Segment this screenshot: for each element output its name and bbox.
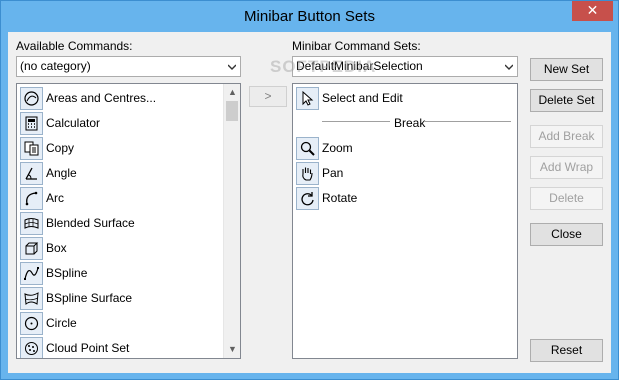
list-item-label: Pan	[322, 166, 344, 180]
bspline-icon	[20, 262, 43, 285]
new-set-button[interactable]: New Set	[530, 58, 603, 81]
list-item-label: BSpline Surface	[46, 291, 133, 305]
watermark: SOFTPEDIA	[270, 57, 377, 76]
scroll-up-arrow-icon[interactable]: ▲	[224, 84, 240, 101]
add-break-button[interactable]: Add Break	[530, 125, 603, 148]
list-item[interactable]: Areas and Centres...	[19, 86, 219, 111]
list-item[interactable]: Blended Surface	[19, 211, 219, 236]
title-bar[interactable]: Minibar Button Sets ✕	[1, 1, 618, 32]
available-commands-list[interactable]: Areas and Centres... Calculator Copy Ang…	[16, 83, 241, 359]
available-commands-label: Available Commands:	[16, 39, 133, 53]
rotate-icon	[296, 187, 319, 210]
list-item[interactable]: Arc	[19, 186, 219, 211]
list-item-label: Copy	[46, 141, 75, 155]
scroll-thumb[interactable]	[226, 101, 238, 121]
areas-centres-icon	[20, 87, 43, 110]
list-item[interactable]: Angle	[19, 161, 219, 186]
list-item[interactable]: Circle	[19, 311, 219, 336]
blended-surface-icon	[20, 212, 43, 235]
delete-set-button[interactable]: Delete Set	[530, 89, 603, 112]
list-item-label: Angle	[46, 166, 77, 180]
window-close-button[interactable]: ✕	[572, 1, 613, 21]
category-dropdown-value: (no category)	[20, 59, 91, 73]
add-wrap-button[interactable]: Add Wrap	[530, 156, 603, 179]
calculator-icon	[20, 112, 43, 135]
list-item-label: Rotate	[322, 191, 358, 205]
list-item[interactable]: Zoom	[295, 136, 495, 161]
list-item-label: Zoom	[322, 141, 353, 155]
list-item-label: Arc	[46, 191, 64, 205]
break-separator[interactable]: Break	[295, 111, 513, 136]
delete-button[interactable]: Delete	[530, 187, 603, 210]
list-item[interactable]: BSpline Surface	[19, 286, 219, 311]
list-item[interactable]: Rotate	[295, 186, 495, 211]
list-item-label: Select and Edit	[322, 91, 403, 105]
arc-icon	[20, 187, 43, 210]
zoom-icon	[296, 137, 319, 160]
cursor-icon	[296, 87, 319, 110]
list-item[interactable]: Pan	[295, 161, 495, 186]
cloud-point-set-icon	[20, 337, 43, 358]
close-button[interactable]: Close	[530, 223, 603, 246]
box-icon	[20, 237, 43, 260]
minibar-commands-list[interactable]: Select and Edit Break Zoom Pan Rotate	[292, 83, 518, 359]
list-item-label: BSpline	[46, 266, 88, 280]
list-item-label: Cloud Point Set	[46, 341, 130, 355]
dialog-window: Minibar Button Sets ✕ Available Commands…	[0, 0, 619, 380]
bspline-surface-icon	[20, 287, 43, 310]
list-item-label: Box	[46, 241, 67, 255]
angle-icon	[20, 162, 43, 185]
list-item-label: Circle	[46, 316, 77, 330]
list-item[interactable]: Box	[19, 236, 219, 261]
category-dropdown[interactable]: (no category)	[16, 56, 241, 77]
list-item[interactable]: Calculator	[19, 111, 219, 136]
pan-hand-icon	[296, 162, 319, 185]
separator-line	[322, 121, 390, 122]
reset-button[interactable]: Reset	[530, 339, 603, 362]
list-item-label: Blended Surface	[46, 216, 135, 230]
vertical-scrollbar[interactable]: ▲ ▼	[223, 84, 240, 358]
list-item-label: Areas and Centres...	[46, 91, 157, 105]
chevron-down-icon	[505, 64, 513, 70]
separator-line	[425, 121, 511, 122]
list-item[interactable]: BSpline	[19, 261, 219, 286]
list-item-label: Break	[394, 116, 426, 130]
scroll-down-arrow-icon[interactable]: ▼	[224, 341, 240, 358]
chevron-down-icon	[228, 64, 236, 70]
dialog-client-area: Available Commands: (no category) Areas …	[8, 32, 611, 373]
minibar-command-sets-label: Minibar Command Sets:	[292, 39, 421, 53]
window-title: Minibar Button Sets	[244, 8, 375, 25]
list-item-label: Calculator	[46, 116, 101, 130]
circle-icon	[20, 312, 43, 335]
add-to-set-button[interactable]: >	[249, 86, 287, 107]
list-item[interactable]: Cloud Point Set	[19, 336, 219, 358]
list-item[interactable]: Copy	[19, 136, 219, 161]
copy-icon	[20, 137, 43, 160]
list-item[interactable]: Select and Edit	[295, 86, 495, 111]
